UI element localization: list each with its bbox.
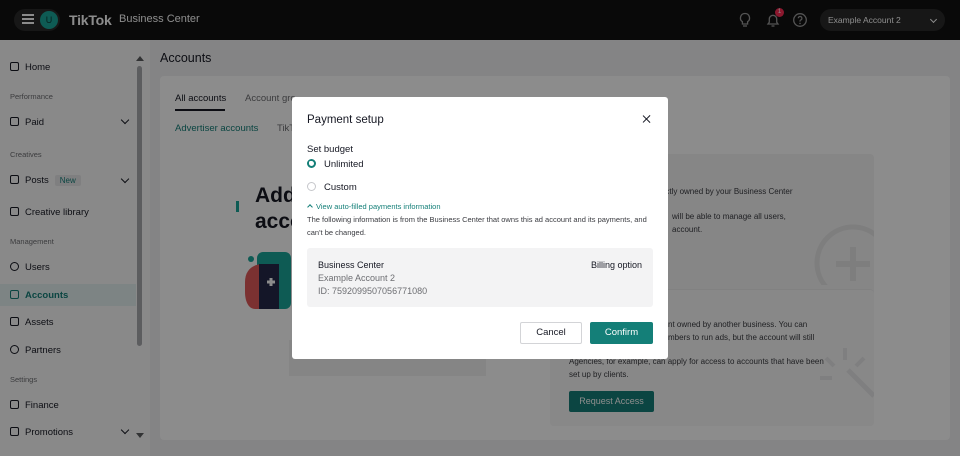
payment-setup-modal: Payment setup Set budget Unlimited Custo… — [292, 97, 668, 359]
billing-option-label: Billing option — [590, 260, 642, 270]
radio-checked-icon[interactable] — [307, 159, 316, 168]
business-center-id: ID: 7592099507056771080 — [318, 286, 428, 296]
business-center-label: Business Center — [318, 260, 385, 270]
confirm-button[interactable]: Confirm — [590, 322, 653, 344]
chevron-up-icon — [307, 204, 313, 210]
view-auto-filled-link[interactable]: View auto-filled payments information — [307, 202, 441, 211]
set-budget-label: Set budget — [307, 144, 353, 155]
radio-unchecked-icon[interactable] — [307, 182, 316, 191]
radio-unlimited[interactable]: Unlimited — [307, 159, 364, 170]
radio-custom[interactable]: Custom — [307, 182, 357, 193]
modal-title: Payment setup — [307, 114, 384, 126]
close-icon[interactable] — [641, 113, 653, 125]
info-text: The following information is from the Bu… — [307, 215, 647, 237]
business-center-name: Example Account 2 — [318, 273, 396, 283]
business-center-info-box: Business Center Example Account 2 ID: 75… — [307, 248, 653, 307]
cancel-button[interactable]: Cancel — [520, 322, 582, 344]
